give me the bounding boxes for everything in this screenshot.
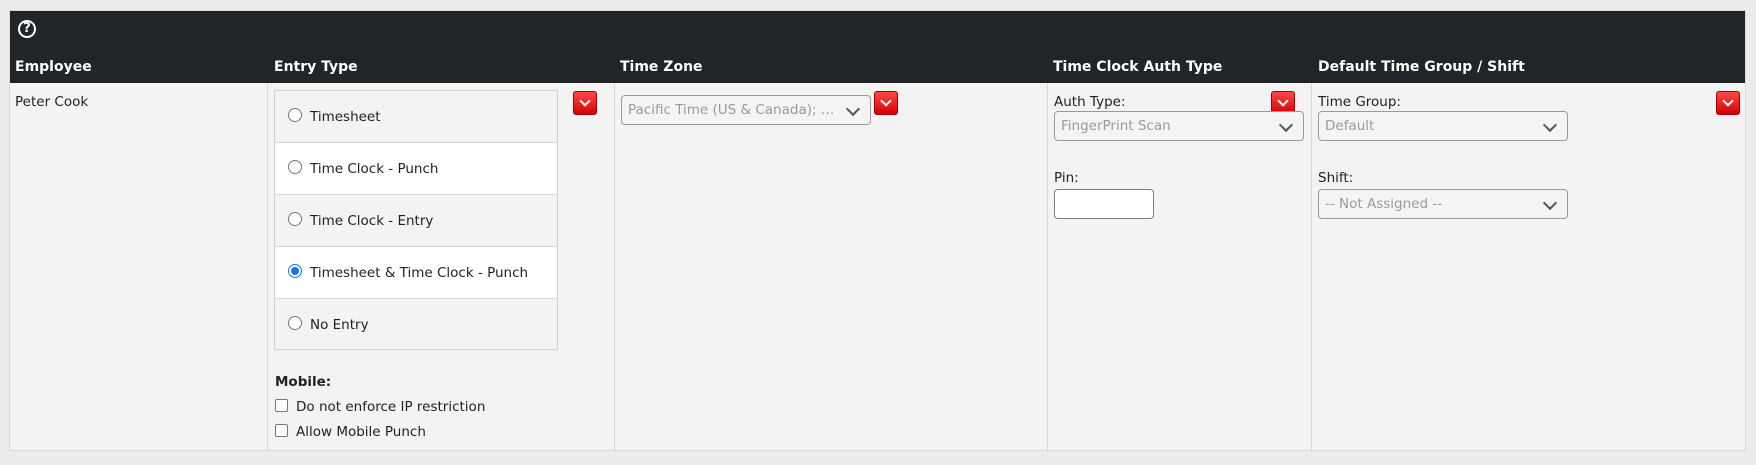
entry-type-option-no-entry[interactable]: No Entry — [275, 299, 557, 351]
time-group-value: Default — [1325, 118, 1375, 134]
employee-settings-panel: ? Employee Entry Type Time Zone Time Clo… — [9, 10, 1746, 452]
radio-label: Time Clock - Entry — [310, 213, 434, 229]
entry-type-dropdown-button[interactable] — [573, 91, 597, 115]
employee-name: Peter Cook — [15, 94, 89, 110]
radio-button-selected[interactable] — [288, 264, 302, 278]
column-header-time-group: Default Time Group / Shift — [1318, 59, 1525, 75]
entry-type-radio-group: Timesheet Time Clock - Punch Time Clock … — [274, 90, 558, 350]
entry-type-option-timesheet-and-punch[interactable]: Timesheet & Time Clock - Punch — [275, 247, 557, 299]
time-zone-dropdown-button[interactable] — [874, 91, 898, 115]
column-divider — [614, 83, 615, 452]
entry-type-option-timesheet[interactable]: Timesheet — [275, 91, 557, 143]
no-ip-restriction-checkbox[interactable] — [275, 399, 288, 412]
auth-type-select[interactable]: FingerPrint Scan — [1054, 111, 1304, 141]
shift-select[interactable]: -- Not Assigned -- — [1318, 189, 1568, 219]
radio-button[interactable] — [288, 108, 302, 122]
column-divider — [1311, 83, 1312, 452]
shift-value: -- Not Assigned -- — [1325, 196, 1443, 212]
entry-type-option-time-clock-entry[interactable]: Time Clock - Entry — [275, 195, 557, 247]
mobile-label: Mobile: — [275, 374, 332, 390]
column-header-time-zone: Time Zone — [620, 59, 703, 75]
radio-label: Timesheet — [310, 109, 381, 125]
time-group-label: Time Group: — [1318, 94, 1401, 110]
table-header: ? Employee Entry Type Time Zone Time Clo… — [10, 11, 1745, 83]
auth-type-label: Auth Type: — [1054, 94, 1126, 110]
column-header-entry-type: Entry Type — [274, 59, 358, 75]
help-circle-icon[interactable]: ? — [18, 20, 36, 38]
column-divider — [267, 83, 268, 452]
allow-mobile-punch-checkbox[interactable] — [275, 424, 288, 437]
time-zone-value: Pacific Time (US & Canada); T... — [628, 102, 841, 118]
time-group-select[interactable]: Default — [1318, 111, 1568, 141]
no-ip-restriction-label: Do not enforce IP restriction — [296, 399, 486, 415]
shift-label: Shift: — [1318, 170, 1354, 186]
radio-button[interactable] — [288, 160, 302, 174]
auth-type-value: FingerPrint Scan — [1061, 118, 1171, 134]
column-header-employee: Employee — [15, 59, 92, 75]
column-divider — [1047, 83, 1048, 452]
time-group-dropdown-button[interactable] — [1716, 91, 1740, 115]
time-zone-select[interactable]: Pacific Time (US & Canada); T... — [621, 95, 871, 125]
allow-mobile-punch-label: Allow Mobile Punch — [296, 424, 426, 440]
radio-label: Timesheet & Time Clock - Punch — [310, 265, 529, 281]
entry-type-option-time-clock-punch[interactable]: Time Clock - Punch — [275, 143, 557, 195]
pin-label: Pin: — [1054, 170, 1079, 186]
radio-button[interactable] — [288, 316, 302, 330]
radio-label: Time Clock - Punch — [310, 161, 439, 177]
column-header-auth-type: Time Clock Auth Type — [1053, 59, 1223, 75]
radio-button[interactable] — [288, 212, 302, 226]
radio-label: No Entry — [310, 317, 369, 333]
pin-input[interactable] — [1054, 189, 1154, 219]
